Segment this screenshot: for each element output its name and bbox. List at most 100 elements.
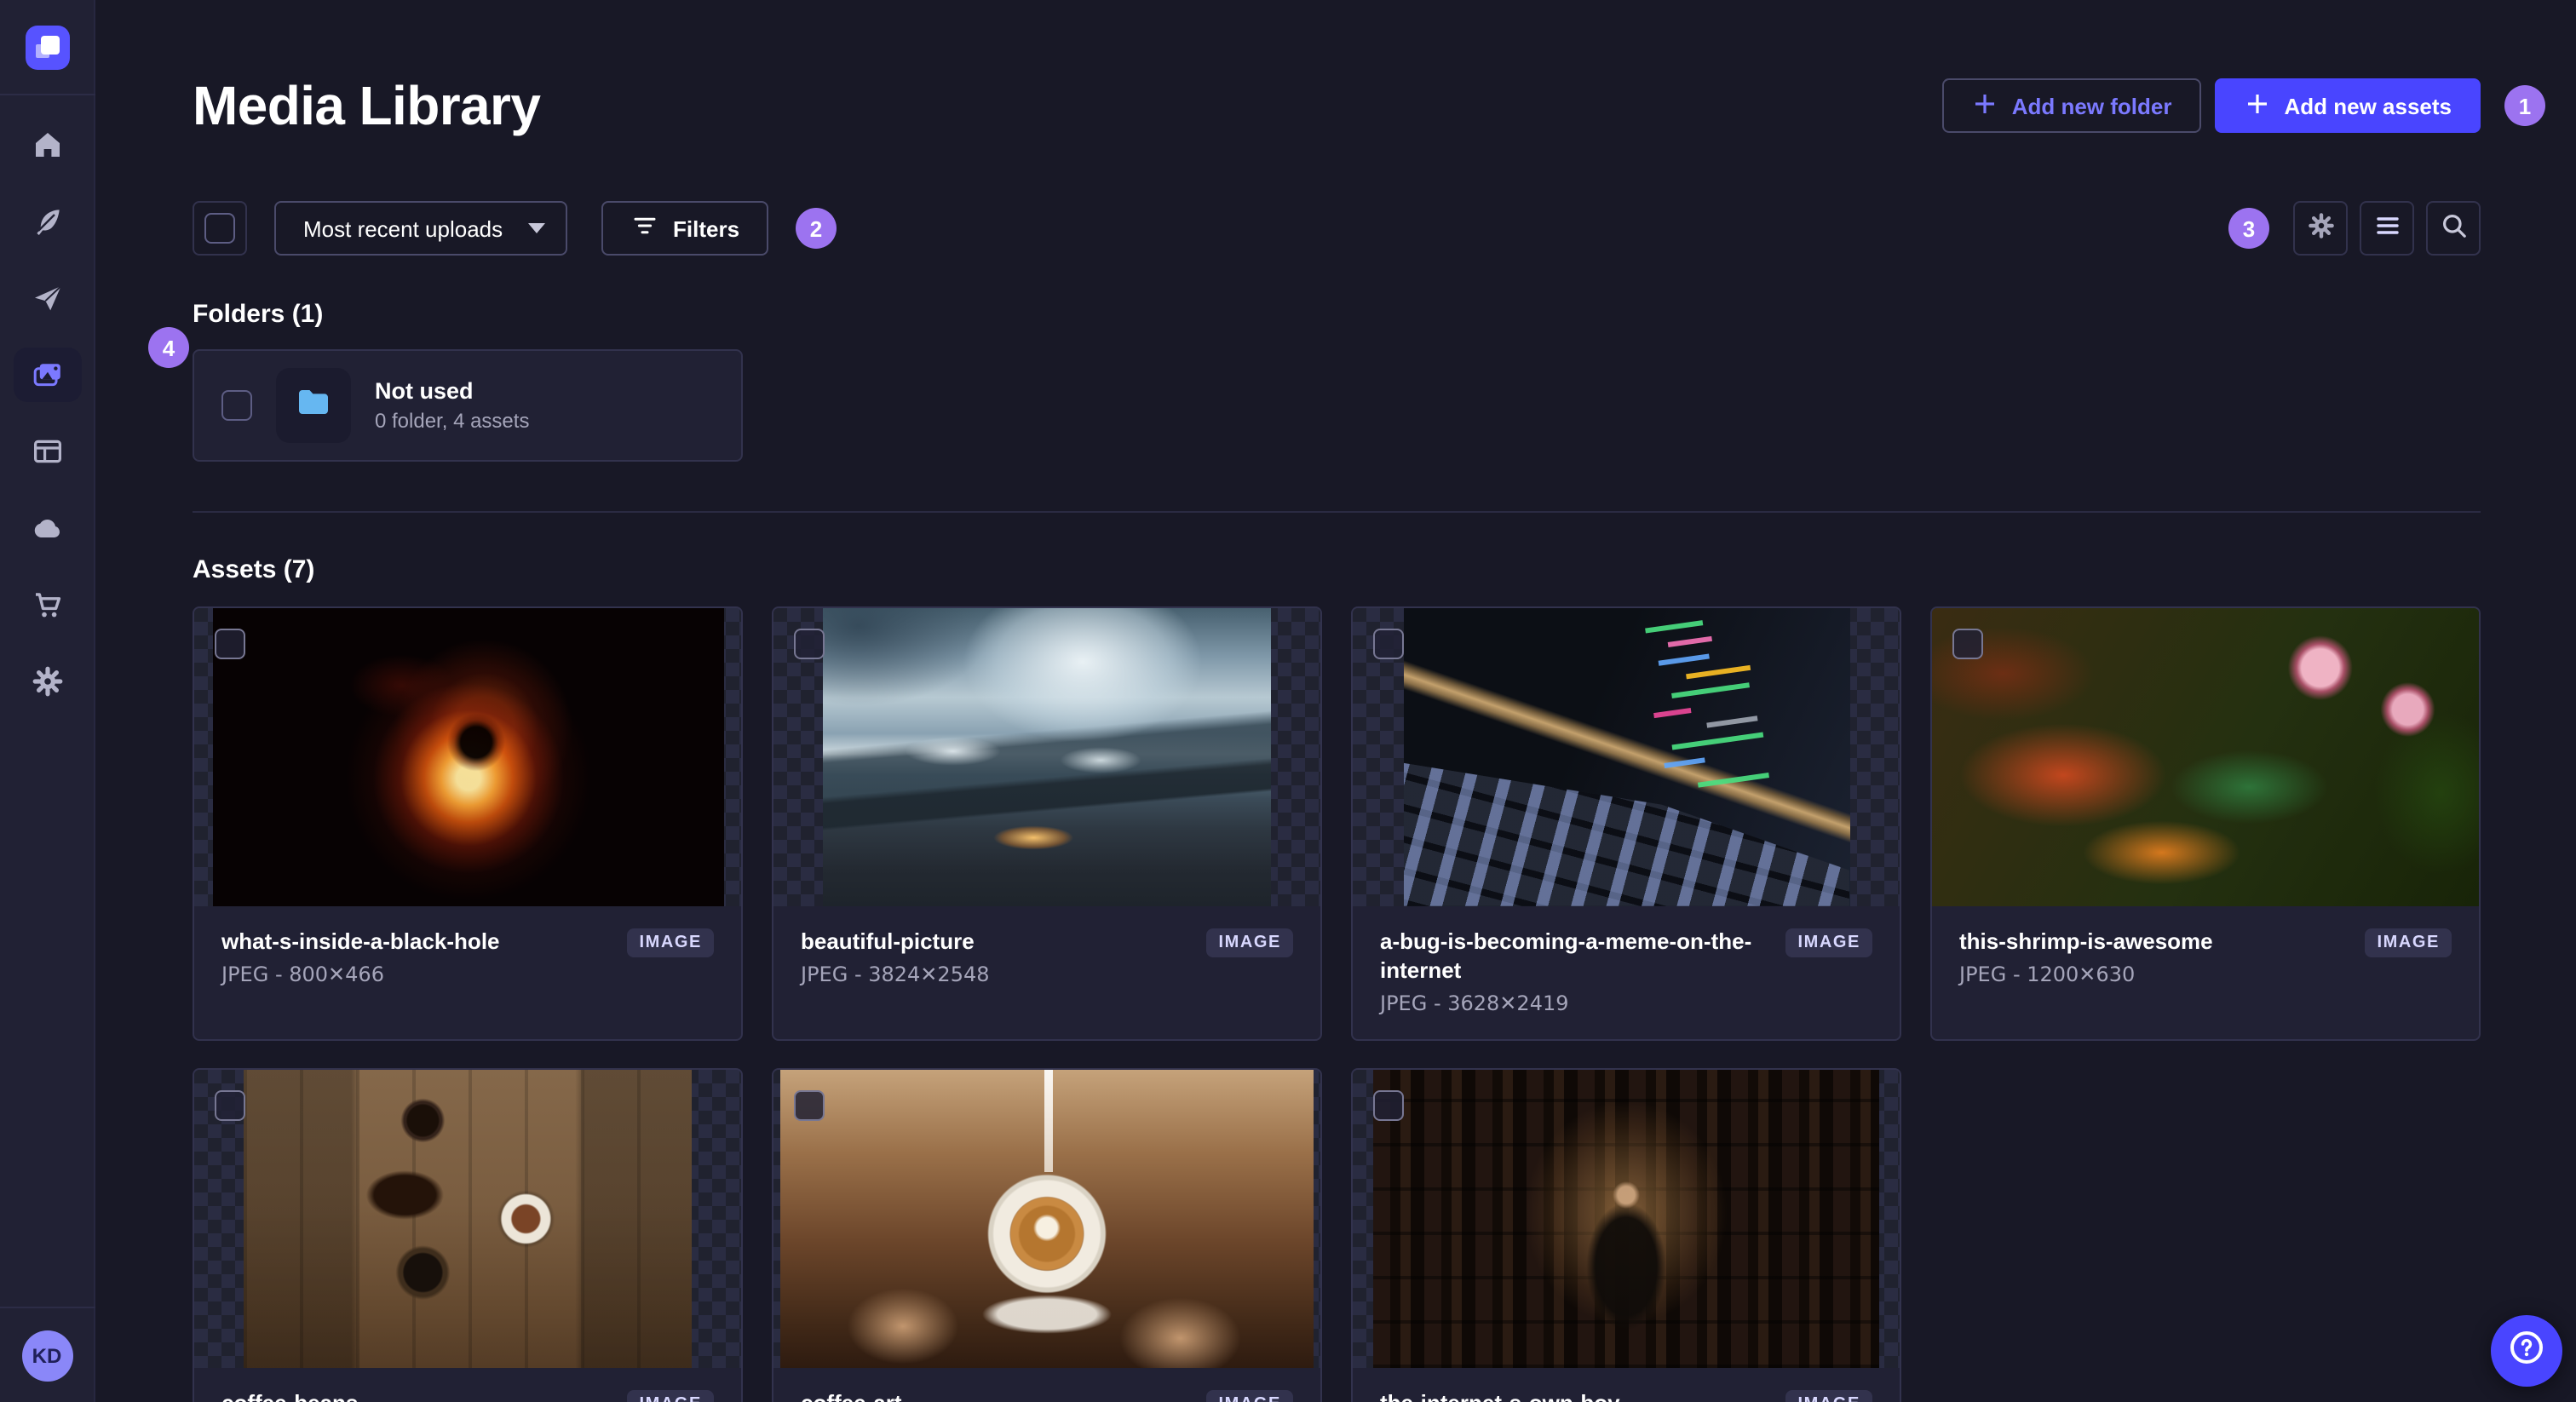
help-button[interactable] [2491,1315,2562,1387]
asset-meta: JPEG - 1200✕630 [1959,962,2136,986]
feather-icon [30,204,64,238]
asset-name: the-internet-s-own-boy [1380,1388,1772,1402]
filters-button[interactable]: Filters [601,201,769,256]
home-icon [30,128,64,162]
media-library-icon [30,358,64,392]
assets-heading: Assets (7) [193,555,315,585]
sidebar-item-content-type-builder[interactable] [13,424,81,479]
sidebar-item-content-manager[interactable] [13,194,81,249]
plus-icon [2243,89,2270,122]
asset-image [780,1069,1314,1368]
add-new-assets-button[interactable]: Add new assets [2214,78,2481,133]
grid-settings-button[interactable] [2293,201,2348,256]
sidebar-nav [13,95,81,709]
asset-caption: coffee-beans JPEG - 5021✕3347 IMAGE [194,1368,741,1402]
filter-icon [630,211,659,245]
asset-caption: what-s-inside-a-black-hole JPEG - 800✕46… [194,906,741,1010]
asset-caption: beautiful-picture JPEG - 3824✕2548 IMAGE [773,906,1320,1010]
plus-icon [1971,89,1998,122]
asset-thumbnail [1353,607,1900,906]
select-all-checkbox[interactable] [193,201,247,256]
asset-card[interactable]: the-internet-s-own-boy JPEG - 1200✕707 I… [1351,1067,1901,1402]
sidebar-item-home[interactable] [13,118,81,172]
asset-checkbox[interactable] [794,1089,825,1121]
section-divider [193,511,2481,514]
asset-thumbnail [194,607,741,906]
folder-texts: Not used 0 folder, 4 assets [375,379,529,434]
search-icon [2439,211,2468,245]
asset-name: this-shrimp-is-awesome [1959,928,2213,954]
asset-image [1932,607,2479,906]
folder-tile [276,368,351,444]
asset-thumbnail [1353,1069,1900,1368]
sidebar-item-marketplace[interactable] [13,577,81,632]
assets-toolbar: Most recent uploads Filters 2 3 [193,201,2481,256]
asset-image [1403,607,1849,906]
page-title: Media Library [193,74,541,135]
asset-card[interactable]: coffee-beans JPEG - 5021✕3347 IMAGE [193,1067,743,1402]
sidebar-item-deploy[interactable] [13,501,81,555]
list-view-button[interactable] [2360,201,2414,256]
asset-type-badge: IMAGE [2365,928,2452,957]
asset-grid: what-s-inside-a-black-hole JPEG - 800✕46… [193,606,2481,1402]
asset-checkbox[interactable] [215,1089,245,1121]
asset-checkbox[interactable] [1952,628,1983,659]
folder-checkbox[interactable] [221,390,252,422]
asset-thumbnail [773,1069,1320,1368]
chevron-down-icon [528,223,545,233]
workspace-logo-button[interactable] [0,0,95,95]
asset-image [212,607,723,906]
paper-plane-icon [30,281,64,315]
asset-card[interactable]: what-s-inside-a-black-hole JPEG - 800✕46… [193,606,743,1041]
main-content: Media Library Add new folder Add new ass… [95,0,2576,1402]
asset-checkbox[interactable] [794,628,825,659]
asset-name: coffee-beans [221,1388,613,1402]
user-avatar[interactable]: KD [21,1330,72,1381]
add-new-folder-button[interactable]: Add new folder [1941,78,2201,133]
asset-checkbox[interactable] [215,628,245,659]
sort-dropdown[interactable]: Most recent uploads [274,201,567,256]
sidebar-item-media-library[interactable] [13,348,81,402]
folder-card[interactable]: Not used 0 folder, 4 assets [193,349,743,463]
toolbar-view-controls: 3 [2228,201,2481,256]
gear-icon [30,664,64,698]
asset-image [244,1069,692,1368]
asset-caption: this-shrimp-is-awesome JPEG - 1200✕630 I… [1932,906,2479,1010]
folder-name: Not used [375,378,474,405]
strapi-logo-icon [25,25,69,69]
asset-name: a-bug-is-becoming-a-meme-on-the-internet [1380,928,1752,983]
folder-icon [295,383,332,429]
asset-type-badge: IMAGE [1785,928,1872,957]
asset-type-badge: IMAGE [1785,1389,1872,1402]
sidebar: KD [0,0,95,1402]
asset-card[interactable]: this-shrimp-is-awesome JPEG - 1200✕630 I… [1930,606,2481,1041]
asset-card[interactable]: a-bug-is-becoming-a-meme-on-the-internet… [1351,606,1901,1041]
asset-name: coffee-art [801,1388,1193,1402]
asset-thumbnail [773,607,1320,906]
search-button[interactable] [2426,201,2481,256]
asset-type-badge: IMAGE [1206,1389,1293,1402]
list-icon [2372,211,2401,245]
sidebar-item-settings[interactable] [13,654,81,709]
checkbox [204,213,235,244]
asset-caption: the-internet-s-own-boy JPEG - 1200✕707 I… [1353,1368,1900,1402]
asset-meta: JPEG - 3824✕2548 [801,962,990,986]
asset-thumbnail [194,1069,741,1368]
sidebar-item-releases[interactable] [13,271,81,325]
asset-name: beautiful-picture [801,928,975,954]
asset-card[interactable]: beautiful-picture JPEG - 3824✕2548 IMAGE [772,606,1322,1041]
question-mark-icon [2508,1328,2545,1374]
asset-card[interactable]: coffee-art JPEG - 5824✕3259 IMAGE [772,1067,1322,1402]
layout-icon [30,434,64,468]
cart-icon [30,588,64,622]
asset-checkbox[interactable] [1373,1089,1404,1121]
asset-type-badge: IMAGE [627,1389,714,1402]
media-library-page: KD Media Library Add new folder Add new … [0,0,2576,1402]
asset-image [823,607,1271,906]
guided-tour-badge-4: 4 [148,327,189,369]
folder-meta: 0 folder, 4 assets [375,409,530,434]
asset-checkbox[interactable] [1373,628,1404,659]
asset-image [1373,1069,1879,1368]
asset-meta: JPEG - 800✕466 [221,962,384,986]
asset-type-badge: IMAGE [1206,928,1293,957]
